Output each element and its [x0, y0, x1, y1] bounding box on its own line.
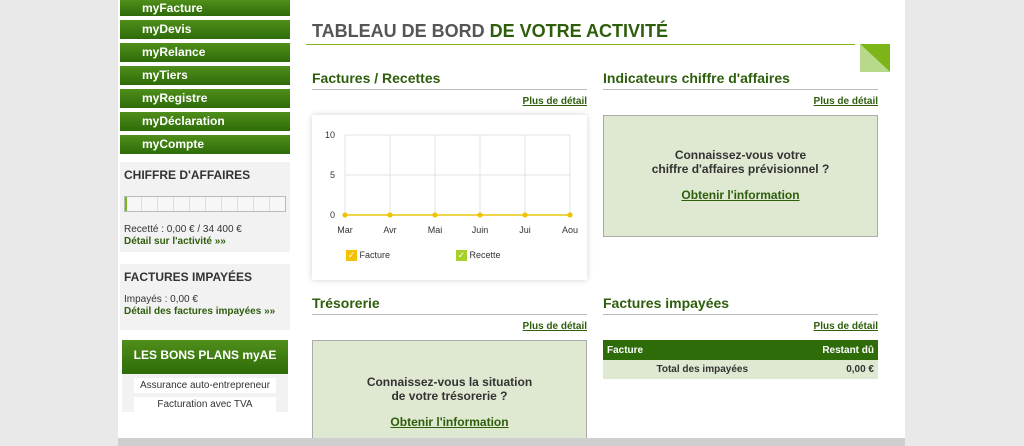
nav-item-facture[interactable]: myFacture: [120, 0, 290, 16]
tresorerie-box: Connaissez-vous la situation de votre tr…: [312, 340, 587, 440]
nav-item-tiers[interactable]: myTiers: [120, 66, 290, 85]
tresorerie-line1: Connaissez-vous la situation: [366, 375, 533, 389]
x-tick-label-0: Mar: [337, 225, 353, 235]
legend-facture-check-icon: ✓: [346, 250, 357, 262]
corner-fold-shadow: [860, 44, 890, 72]
factures-impayees-detail-link[interactable]: Plus de détail: [603, 321, 878, 332]
x-tick-label-2: Mai: [428, 225, 443, 235]
point-facture-3: [477, 212, 483, 218]
point-facture-0: [342, 212, 348, 218]
indicateurs-title: Indicateurs chiffre d'affaires: [603, 70, 878, 90]
tresorerie-title: Trésorerie: [312, 295, 587, 315]
factures-recettes-chart: 0 5 10 Mar Avr Mai Juin Jui Aou ✓ Facture ✓ Rece…: [312, 115, 587, 280]
page: myFacture myDevis myRelance myTiers myRe…: [118, 0, 905, 446]
bons-plan-assurance[interactable]: Assurance auto-entrepreneur: [134, 378, 276, 393]
impayes-text: Impayés : 0,00 €: [124, 294, 198, 305]
point-facture-4: [522, 212, 528, 218]
col-restant-du[interactable]: Restant dû: [798, 340, 878, 360]
factures-recettes-section: Factures / Recettes Plus de détail 0 5 10 M…: [312, 70, 587, 280]
x-tick-label-5: Aou: [562, 225, 578, 235]
recette-text: Recetté : 0,00 € / 34 400 €: [124, 224, 242, 235]
point-facture-1: [387, 212, 393, 218]
point-facture-5: [567, 212, 573, 218]
factures-impayees-side-title: FACTURES IMPAYÉES: [124, 270, 253, 284]
total-value: 0,00 €: [798, 360, 878, 379]
legend-recette[interactable]: ✓ Recette: [456, 250, 501, 262]
tresorerie-obtenir-link[interactable]: Obtenir l'information: [313, 415, 586, 429]
indicateurs-obtenir-link[interactable]: Obtenir l'information: [604, 188, 877, 202]
x-tick-label-1: Avr: [383, 225, 396, 235]
indicateurs-section: Indicateurs chiffre d'affaires Plus de d…: [603, 70, 878, 237]
ca-progress-fill: [125, 197, 127, 211]
y-tick-label-1: 5: [330, 170, 335, 180]
indicateurs-detail-link[interactable]: Plus de détail: [603, 96, 878, 107]
tresorerie-section: Trésorerie Plus de détail Connaissez-vou…: [312, 295, 587, 440]
detail-activite-link[interactable]: Détail sur l'activité »»: [124, 236, 286, 247]
factures-impayees-title: Factures impayées: [603, 295, 878, 315]
chiffre-affaires-box: CHIFFRE D'AFFAIRES Recetté : 0,00 € / 34…: [120, 162, 290, 252]
nav-item-declaration[interactable]: myDéclaration: [120, 112, 290, 131]
legend-facture[interactable]: ✓ Facture: [346, 250, 391, 262]
indicateurs-box: Connaissez-vous votre chiffre d'affaires…: [603, 115, 878, 237]
tresorerie-line2: de votre trésorerie ?: [391, 389, 508, 403]
chiffre-affaires-title: CHIFFRE D'AFFAIRES: [124, 168, 251, 182]
total-label: Total des impayées: [603, 360, 799, 379]
legend-facture-label: Facture: [359, 250, 391, 260]
bons-plan-tva[interactable]: Facturation avec TVA: [134, 397, 276, 412]
col-facture[interactable]: Facture: [603, 340, 799, 360]
bottom-bar: [118, 438, 905, 446]
impayees-table-header: Facture Restant dû: [603, 340, 878, 360]
factures-impayees-section: Factures impayées Plus de détail Facture…: [603, 295, 878, 379]
page-title: TABLEAU DE BORD DE VOTRE ACTIVITÉ: [312, 21, 668, 42]
legend-recette-label: Recette: [469, 250, 501, 260]
indicateurs-line2: chiffre d'affaires prévisionnel ?: [651, 162, 830, 176]
point-facture-2: [432, 212, 438, 218]
page-title-part2: DE VOTRE ACTIVITÉ: [489, 21, 669, 41]
x-tick-label-3: Juin: [472, 225, 489, 235]
title-rule: [306, 44, 855, 45]
factures-recettes-detail-link[interactable]: Plus de détail: [312, 96, 587, 107]
x-tick-label-4: Jui: [519, 225, 531, 235]
tresorerie-detail-link[interactable]: Plus de détail: [312, 321, 587, 332]
factures-impayees-box: FACTURES IMPAYÉES Impayés : 0,00 € Détai…: [120, 264, 290, 330]
ca-progress-bar: [124, 196, 286, 212]
nav-item-devis[interactable]: myDevis: [120, 20, 290, 39]
detail-impayees-link[interactable]: Détail des factures impayées »»: [124, 306, 286, 317]
page-title-part1: TABLEAU DE BORD: [312, 21, 490, 41]
nav-item-relance[interactable]: myRelance: [120, 43, 290, 62]
nav-list: myFacture myDevis myRelance myTiers myRe…: [118, 0, 290, 154]
impayees-table: Facture Restant dû Total des impayées 0,…: [603, 340, 878, 379]
nav-item-registre[interactable]: myRegistre: [120, 89, 290, 108]
indicateurs-line1: Connaissez-vous votre: [674, 148, 807, 162]
sidebar: myFacture myDevis myRelance myTiers myRe…: [118, 0, 290, 416]
y-tick-label-0: 0: [330, 210, 335, 220]
impayees-total-row: Total des impayées 0,00 €: [603, 360, 878, 379]
y-tick-label-2: 10: [325, 130, 335, 140]
legend-recette-check-icon: ✓: [456, 250, 467, 262]
nav-item-compte[interactable]: myCompte: [120, 135, 290, 154]
factures-recettes-title: Factures / Recettes: [312, 70, 587, 90]
bons-plans-box: LES BONS PLANS myAE Assurance auto-entre…: [122, 340, 288, 412]
bons-plans-title: LES BONS PLANS myAE: [122, 340, 288, 374]
